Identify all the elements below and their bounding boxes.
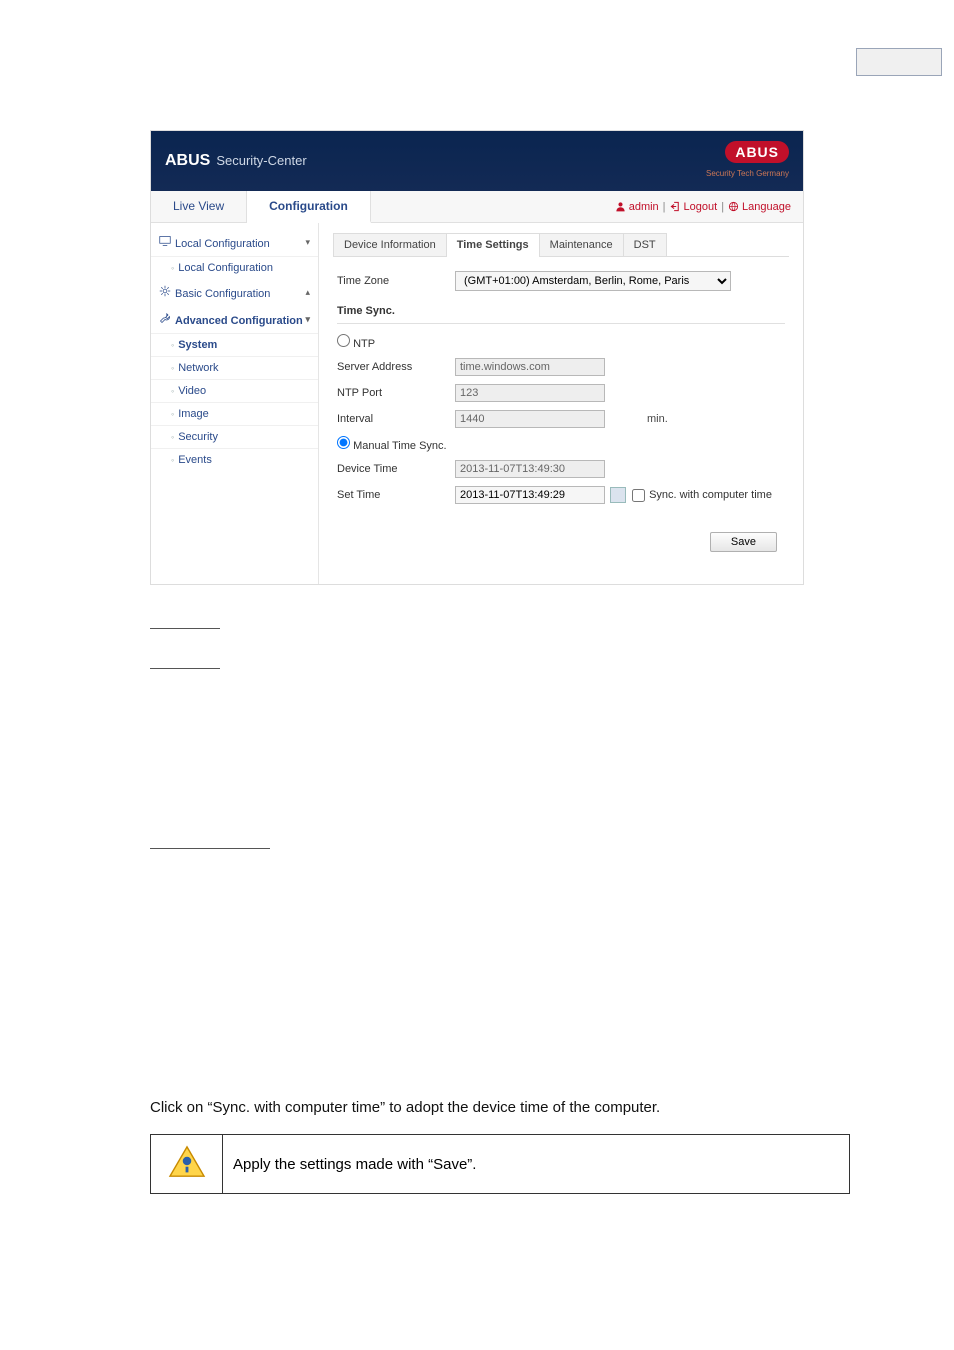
user-icon	[615, 201, 626, 212]
app-header: ABUS Security-Center ABUS Security Tech …	[151, 131, 803, 191]
page-corner-badge	[856, 48, 942, 76]
server-address-label: Server Address	[337, 361, 455, 373]
subtab-time-settings[interactable]: Time Settings	[446, 233, 540, 256]
instruction-text: Click on “Sync. with computer time” to a…	[150, 1099, 804, 1116]
device-time-value	[455, 460, 605, 478]
wrench-icon	[159, 312, 171, 324]
main-pane: Device Information Time Settings Mainten…	[319, 223, 803, 584]
timesync-heading: Time Sync.	[337, 299, 785, 324]
tab-live-view[interactable]: Live View	[151, 191, 247, 222]
timezone-label: Time Zone	[337, 275, 455, 287]
tab-configuration[interactable]: Configuration	[247, 191, 371, 223]
subtab-dst[interactable]: DST	[623, 233, 667, 256]
sidebar-item-network[interactable]: ◦Network	[151, 356, 318, 379]
logo-block: ABUS Security Tech Germany	[706, 141, 789, 181]
doc-placeholder-block	[150, 615, 804, 849]
subtab-device-info[interactable]: Device Information	[333, 233, 447, 256]
sidebar-item-events[interactable]: ◦Events	[151, 448, 318, 471]
interval-label: Interval	[337, 413, 455, 425]
brand-rest: Security-Center	[216, 153, 306, 168]
sidebar-group-basic[interactable]: Basic Configuration ▴	[151, 279, 318, 306]
sidebar-item-security[interactable]: ◦Security	[151, 425, 318, 448]
save-button[interactable]: Save	[710, 532, 777, 552]
app-window: ABUS Security-Center ABUS Security Tech …	[150, 130, 804, 585]
warning-icon	[168, 1145, 206, 1179]
chevron-down-icon: ▾	[305, 314, 310, 325]
set-time-input[interactable]	[455, 486, 605, 504]
calendar-icon[interactable]	[610, 487, 626, 503]
manual-sync-radio[interactable]: Manual Time Sync.	[337, 440, 447, 452]
language-link[interactable]: Language	[728, 201, 791, 213]
brand-bold: ABUS	[165, 152, 210, 170]
ntp-port-label: NTP Port	[337, 387, 455, 399]
timezone-select[interactable]: (GMT+01:00) Amsterdam, Berlin, Rome, Par…	[455, 271, 731, 291]
device-time-label: Device Time	[337, 463, 455, 475]
ntp-radio[interactable]: NTP	[337, 338, 375, 350]
gear-icon	[159, 285, 171, 297]
sidebar-group-local[interactable]: Local Configuration ▾	[151, 229, 318, 256]
globe-icon	[728, 201, 739, 212]
set-time-label: Set Time	[337, 489, 455, 501]
sidebar-group-advanced[interactable]: Advanced Configuration ▾	[151, 306, 318, 333]
sidebar-item-local-config[interactable]: ◦Local Configuration	[151, 256, 318, 279]
logout-link[interactable]: Logout	[670, 201, 718, 213]
sidebar-item-video[interactable]: ◦Video	[151, 379, 318, 402]
logout-icon	[670, 201, 681, 212]
sync-computer-checkbox[interactable]	[632, 489, 645, 502]
server-address-input[interactable]	[455, 358, 605, 376]
chevron-up-icon: ▴	[305, 287, 310, 298]
top-nav: Live View Configuration admin | Logout |…	[151, 191, 803, 223]
chevron-down-icon: ▾	[305, 237, 310, 248]
sidebar-item-system[interactable]: ◦System	[151, 333, 318, 356]
sidebar-item-image[interactable]: ◦Image	[151, 402, 318, 425]
ntp-port-input[interactable]	[455, 384, 605, 402]
logo-subtext: Security Tech Germany	[706, 169, 789, 178]
note-text: Apply the settings made with “Save”.	[223, 1135, 850, 1194]
interval-unit: min.	[647, 413, 668, 425]
monitor-icon	[159, 235, 171, 247]
sync-computer-label: Sync. with computer time	[649, 489, 772, 501]
sidebar: Local Configuration ▾ ◦Local Configurati…	[151, 223, 319, 584]
note-callout: Apply the settings made with “Save”.	[150, 1134, 850, 1194]
user-link[interactable]: admin	[615, 201, 659, 213]
underline-stub	[150, 655, 220, 669]
logo-badge: ABUS	[725, 141, 789, 163]
underline-stub	[150, 835, 270, 849]
subtab-maintenance[interactable]: Maintenance	[539, 233, 624, 256]
underline-stub	[150, 615, 220, 629]
interval-input[interactable]	[455, 410, 605, 428]
